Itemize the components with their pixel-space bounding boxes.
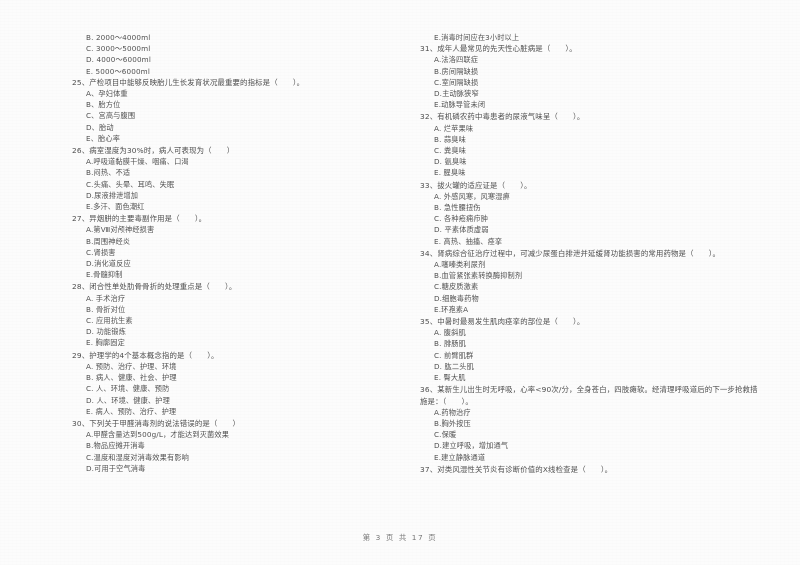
question-stem: 33、拔火罐的适应证是（ ）。 xyxy=(420,180,532,190)
question-stem: 28、闭合性单处肋骨骨折的处理重点是（ ）。 xyxy=(72,282,237,292)
question-28: 28、闭合性单处肋骨骨折的处理重点是（ ）。 A. 手术治疗 B. 骨折对位 C… xyxy=(72,281,378,348)
option-line: C、宫高与腹围 xyxy=(86,111,136,121)
option-line: E. 病人、预防、治疗、护理 xyxy=(86,406,177,416)
option-line: E. 5000～6000ml xyxy=(86,66,150,76)
option-line: E. 胸廓固定 xyxy=(86,338,125,348)
option-line: A. 腹斜肌 xyxy=(434,328,466,338)
right-column: E.消毒时间应在3小时以上 31、成年人最常见的先天性心脏病是（ ）。 A.法洛… xyxy=(400,32,800,517)
page-footer: 第 3 页 共 17 页 xyxy=(362,533,438,542)
option-line: A. 烂苹果味 xyxy=(434,123,474,133)
option-line: B.胸外按压 xyxy=(434,418,471,428)
option-line: C. 人、环境、健康、预防 xyxy=(86,384,170,394)
option-line: E.建立静脉通道 xyxy=(434,452,486,462)
option-line: D.可用于空气消毒 xyxy=(86,463,146,473)
option-line: B. 蒜臭味 xyxy=(434,134,466,144)
option-line: A. 手术治疗 xyxy=(86,293,126,303)
question-stem: 25、产检项目中能够反映胎儿生长发育状况最重要的指标是（ ）。 xyxy=(72,77,305,87)
question-29: 29、护理学的4个基本概念指的是（ ）。 A. 预防、治疗、护理、环境 B. 病… xyxy=(72,350,378,417)
question-stem: 37、对类风湿性关节炎有诊断价值的X线检查是（ ）。 xyxy=(420,464,613,474)
question-32: 32、有机磷农药中毒患者的尿液气味呈（ ）。 A. 烂苹果味 B. 蒜臭味 C.… xyxy=(420,111,760,178)
question-26: 26、病室湿度为30%时，病人可表现为（ ） A.呼吸道黏膜干燥、咽痛、口渴 B… xyxy=(72,145,378,212)
option-line: B. 病人、健康、社会、护理 xyxy=(86,373,177,383)
question-stem: 29、护理学的4个基本概念指的是（ ）。 xyxy=(72,350,219,360)
option-line: A.第Ⅷ对颅神经损害 xyxy=(86,225,155,235)
question-34: 34、肾病综合征治疗过程中，可减少尿蛋白排泄并延缓肾功能损害的常用药物是（ ）。… xyxy=(420,248,760,315)
option-line: B.闷热、不适 xyxy=(86,168,131,178)
option-line: A.噻嗪类利尿剂 xyxy=(434,260,486,270)
question-33: 33、拔火罐的适应证是（ ）。 A. 外感风寒，风寒湿痹 B. 急性腰扭伤 C.… xyxy=(420,180,760,247)
option-line: E. 臀大肌 xyxy=(434,373,466,383)
question-stem: 26、病室湿度为30%时，病人可表现为（ ） xyxy=(72,146,235,156)
option-line: C. 3000～5000ml xyxy=(86,44,151,54)
option-line: D. 氨臭味 xyxy=(434,157,467,167)
option-line: E.多汗、面色潮红 xyxy=(86,202,145,212)
option-line: A.法洛四联症 xyxy=(434,55,479,65)
option-line: D.建立呼吸，增加通气 xyxy=(434,441,509,451)
option-line: C. 粪臭味 xyxy=(434,146,467,156)
option-line: E.环孢素A xyxy=(434,304,469,314)
option-line: B.周围神经炎 xyxy=(86,236,131,246)
option-line: B、胎方位 xyxy=(86,100,121,110)
option-line: A.药物治疗 xyxy=(434,407,471,417)
question-31: 31、成年人最常见的先天性心脏病是（ ）。 A.法洛四联症 B.房间隔缺损 C.… xyxy=(420,43,760,110)
option-line: C.保暖 xyxy=(434,430,457,440)
question-stem: 32、有机磷农药中毒患者的尿液气味呈（ ）。 xyxy=(420,112,585,122)
option-line: C. 各种疮痈疖肿 xyxy=(434,214,489,224)
option-line: E.动脉导管未闭 xyxy=(434,100,486,110)
option-line: D.尿液排泄增加 xyxy=(86,190,139,200)
option-line: D.细胞毒药物 xyxy=(434,293,479,303)
option-line: C.温度和湿度对消毒效果有影响 xyxy=(86,452,189,462)
option-line: D.主动脉狭窄 xyxy=(434,89,479,99)
option-line: D.消化道反应 xyxy=(86,259,131,269)
question-30: 30、下列关于甲醛消毒剂的说法错误的是（ ） A.甲醛含量达到500g/L，才能… xyxy=(72,418,378,474)
question-stem: 34、肾病综合征治疗过程中，可减少尿蛋白排泄并延缓肾功能损害的常用药物是（ ）。 xyxy=(420,248,721,258)
option-line: C.糖皮质激素 xyxy=(434,282,479,292)
option-line: B. 骨折对位 xyxy=(86,304,126,314)
option-line: D、胎动 xyxy=(86,122,114,132)
two-column-body: B. 2000～4000ml C. 3000～5000ml D. 4000～60… xyxy=(0,32,800,517)
option-line: E.骨髓抑制 xyxy=(86,270,123,280)
option-line: C. 应用抗生素 xyxy=(86,316,133,326)
option-line: C. 前臂肌群 xyxy=(434,350,474,360)
question-stem: 31、成年人最常见的先天性心脏病是（ ）。 xyxy=(420,44,577,54)
option-line: B. 2000～4000ml xyxy=(86,33,151,42)
option-line: A. 预防、治疗、护理、环境 xyxy=(86,361,177,371)
left-column: B. 2000～4000ml C. 3000～5000ml D. 4000～60… xyxy=(0,32,400,517)
option-line: A. 外感风寒，风寒湿痹 xyxy=(434,191,510,201)
question-25: 25、产检项目中能够反映胎儿生长发育状况最重要的指标是（ ）。 A、孕妇体重 B… xyxy=(72,77,378,144)
option-line: D. 功能锻炼 xyxy=(86,327,126,337)
option-line: B.血管紧张素转换酶抑制剂 xyxy=(434,271,523,281)
option-line: B.物品应摊开消毒 xyxy=(86,441,145,451)
option-line: C.头痛、头晕、耳鸣、失眠 xyxy=(86,179,175,189)
question-27: 27、异烟肼的主要毒副作用是（ ）。 A.第Ⅷ对颅神经损害 B.周围神经炎 C.… xyxy=(72,213,378,280)
option-line: D. 人、环境、健康、护理 xyxy=(86,395,170,405)
option-line: D. 肱二头肌 xyxy=(434,361,474,371)
document-page: B. 2000～4000ml C. 3000～5000ml D. 4000～60… xyxy=(0,0,800,565)
question-35: 35、中暑时最易发生肌肉痉挛的部位是（ ）。 A. 腹斜肌 B. 腓肠肌 C. … xyxy=(420,316,760,383)
option-line: C.肾损害 xyxy=(86,247,116,257)
option-line: E、胎心率 xyxy=(86,133,121,143)
option-line: E. 腥臭味 xyxy=(434,168,466,178)
question-stem: 36、某新生儿出生时无呼吸，心率<90次/分，全身苍白，四肢瘫软。经清理呼吸道后… xyxy=(420,385,758,406)
option-line: D. 4000～6000ml xyxy=(86,55,151,65)
question-stem: 27、异烟肼的主要毒副作用是（ ）。 xyxy=(72,214,207,224)
option-line: A.甲醛含量达到500g/L，才能达到灭菌效果 xyxy=(86,430,230,440)
option-line: A.呼吸道黏膜干燥、咽痛、口渴 xyxy=(86,157,189,167)
option-line: C.室间隔缺损 xyxy=(434,77,479,87)
option-line: B.房间隔缺损 xyxy=(434,66,479,76)
option-line: B. 腓肠肌 xyxy=(434,339,466,349)
option-line: A、孕妇体重 xyxy=(86,89,128,99)
question-36: 36、某新生儿出生时无呼吸，心率<90次/分，全身苍白，四肢瘫软。经清理呼吸道后… xyxy=(420,384,760,462)
option-line: E. 高热、抽搐、痉挛 xyxy=(434,236,503,246)
option-line: B. 急性腰扭伤 xyxy=(434,203,481,213)
option-line: D. 平素体质虚弱 xyxy=(434,225,489,235)
question-stem: 35、中暑时最易发生肌肉痉挛的部位是（ ）。 xyxy=(420,317,585,327)
option-line: E.消毒时间应在3小时以上 xyxy=(434,33,520,42)
question-37: 37、对类风湿性关节炎有诊断价值的X线检查是（ ）。 xyxy=(420,464,760,475)
question-stem: 30、下列关于甲醛消毒剂的说法错误的是（ ） xyxy=(72,418,241,428)
